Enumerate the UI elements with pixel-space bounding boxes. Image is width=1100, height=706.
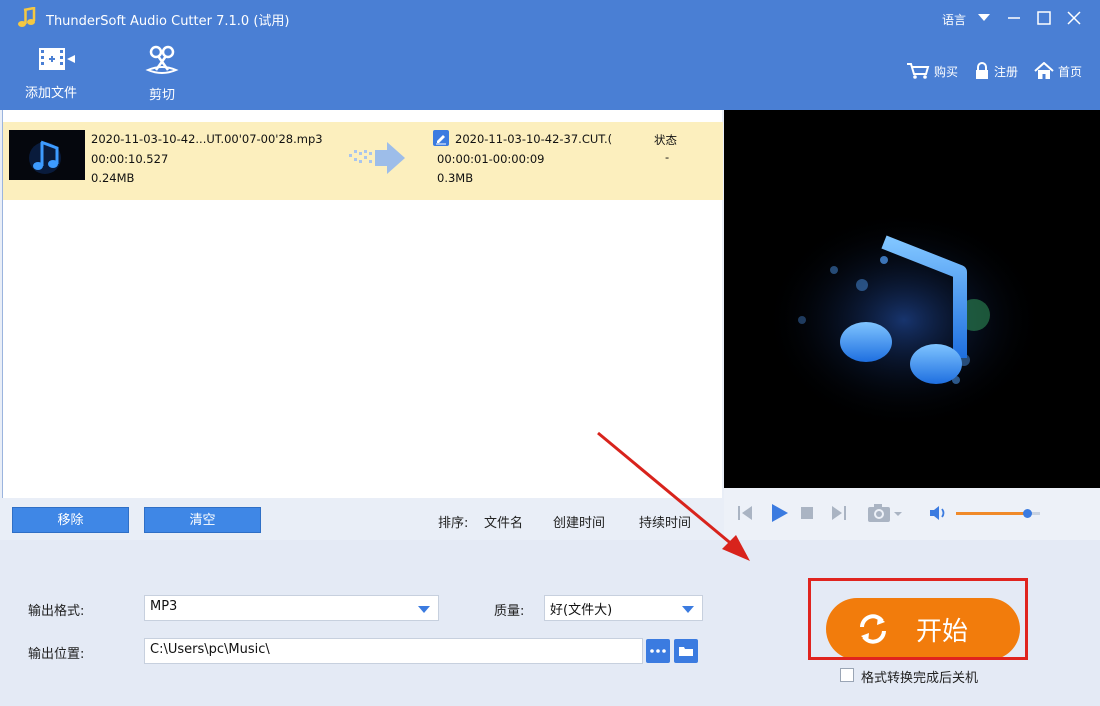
cut-button[interactable]: 剪切 [134,44,190,103]
file-row[interactable]: 2020-11-03-10-42...UT.00'07-00'28.mp3 00… [3,122,723,200]
toolbar: 添加文件 剪切 购买 注册 首页 [0,36,1100,110]
camera-icon[interactable] [866,502,904,524]
output-format-value: MP3 [150,599,178,614]
annotation-arrow [597,431,750,561]
chevron-down-icon[interactable] [978,14,990,22]
title-bar: ThunderSoft Audio Cutter 7.1.0 (试用) 语言 [0,0,1100,36]
remove-button[interactable]: 移除 [12,507,129,533]
source-filename: 2020-11-03-10-42...UT.00'07-00'28.mp3 [91,132,323,146]
register-link[interactable]: 注册 [974,62,1018,80]
output-size: 0.3MB [437,171,474,185]
stop-icon[interactable] [800,506,814,520]
edit-icon[interactable] [433,130,449,146]
status-header: 状态 [654,133,677,147]
app-title: ThunderSoft Audio Cutter 7.1.0 (试用) [46,14,290,29]
app-window: ThunderSoft Audio Cutter 7.1.0 (试用) 语言 添… [0,0,1100,706]
convert-arrow-icon [349,142,405,174]
browse-button[interactable] [646,639,670,663]
music-note-icon [18,7,36,27]
home-link[interactable]: 首页 [1034,62,1082,80]
chevron-down-icon [682,606,694,613]
sort-label: 排序: [438,516,469,531]
home-label: 首页 [1058,64,1083,79]
sort-by-filename[interactable]: 文件名 [484,512,523,531]
volume-slider[interactable] [956,509,1040,518]
play-icon[interactable] [768,502,790,524]
output-format-select[interactable]: MP3 [144,595,439,621]
output-range: 00:00:01-00:00:09 [437,152,545,166]
chevron-down-icon [418,606,430,613]
volume-icon[interactable] [928,504,948,522]
add-file-button[interactable]: 添加文件 [14,44,88,101]
next-icon[interactable] [830,504,848,522]
close-icon[interactable] [1064,8,1084,28]
buy-label: 购买 [934,64,959,79]
output-location-value: C:\Users\pc\Music\ [150,642,270,657]
register-label: 注册 [994,64,1019,79]
clear-button[interactable]: 清空 [144,507,261,533]
quality-label: 质量: [494,604,525,619]
cut-label: 剪切 [148,88,175,103]
quality-value: 好(文件大) [550,603,613,618]
add-file-label: 添加文件 [24,86,77,101]
quality-select[interactable]: 好(文件大) [544,595,703,621]
status-value: - [665,150,670,164]
output-filename: 2020-11-03-10-42-37.CUT.( [455,132,613,146]
output-location-label: 输出位置: [28,647,85,662]
scissors-icon [145,45,179,74]
volume-knob[interactable] [1023,509,1033,518]
buy-link[interactable]: 购买 [906,62,958,80]
annotation-highlight-box [808,578,1028,660]
output-format-label: 输出格式: [28,604,85,619]
add-video-icon [39,48,85,70]
folder-icon [679,647,693,656]
music-note-icon [29,140,61,174]
maximize-icon[interactable] [1034,8,1054,28]
player-controls [724,488,1100,540]
preview-panel [724,110,1100,488]
source-size: 0.24MB [91,171,135,185]
source-duration: 00:00:10.527 [91,152,169,166]
music-note-icon [764,210,1044,430]
shutdown-label: 格式转换完成后关机 [861,671,979,686]
shutdown-checkbox[interactable] [840,668,854,682]
lock-icon [976,62,988,79]
minimize-icon[interactable] [1004,8,1024,28]
more-icon [650,649,666,653]
home-icon [1034,62,1054,79]
output-location-field[interactable]: C:\Users\pc\Music\ [144,638,643,664]
cart-icon [907,63,930,79]
language-menu[interactable]: 语言 [942,11,966,28]
file-thumbnail [9,130,85,180]
open-folder-button[interactable] [674,639,698,663]
